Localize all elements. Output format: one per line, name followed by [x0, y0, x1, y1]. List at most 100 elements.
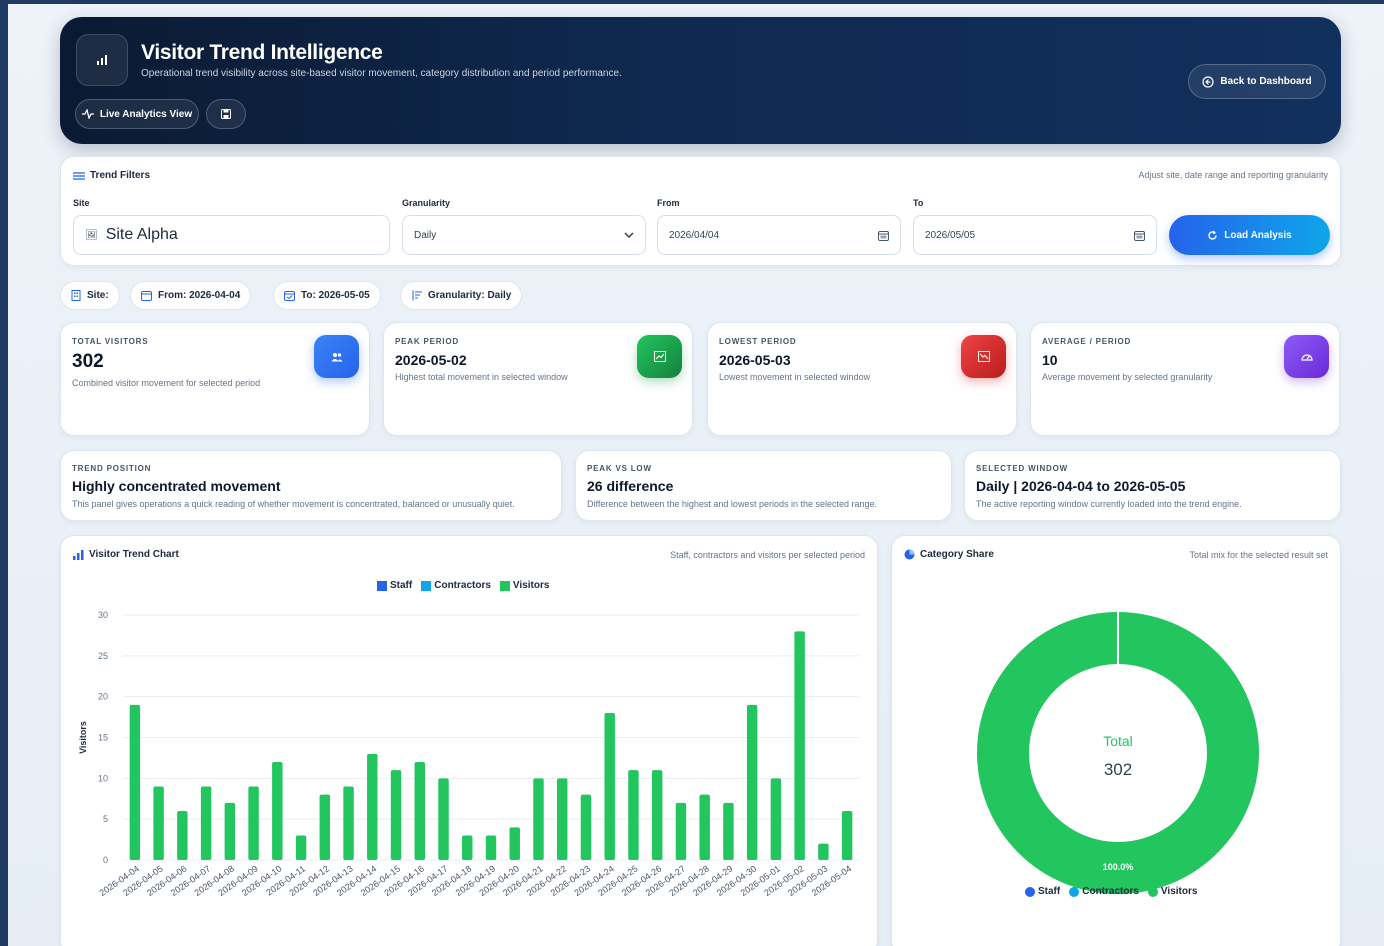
kpi-lowest-period: LOWEST PERIOD 2026-05-03 Lowest movement…	[707, 322, 1017, 436]
from-date-input[interactable]: 2026/04/04	[657, 215, 901, 255]
from-chip: From: 2026-04-04	[130, 281, 252, 310]
insight-description: The active reporting window currently lo…	[976, 499, 1242, 509]
bar-chart-icon	[73, 549, 84, 560]
bar-visitors[interactable]	[272, 762, 283, 860]
bar-visitors[interactable]	[580, 794, 592, 860]
bar-visitors[interactable]	[319, 794, 331, 860]
building-icon	[71, 290, 81, 301]
site-chip-label: Site:	[87, 290, 109, 301]
insight-description: This panel gives operations a quick read…	[72, 499, 515, 509]
refresh-icon	[1208, 230, 1217, 240]
kpi-description: Average movement by selected granularity	[1042, 372, 1213, 382]
y-tick-label: 5	[103, 814, 108, 824]
y-tick-label: 15	[98, 733, 108, 743]
bar-visitors[interactable]	[770, 778, 782, 860]
y-axis-label: Visitors	[78, 721, 88, 754]
bar-visitors[interactable]	[248, 786, 259, 861]
bar-visitors[interactable]	[153, 786, 164, 861]
from-label: From	[657, 198, 680, 208]
legend-swatch	[1025, 886, 1035, 897]
bar-visitors[interactable]	[841, 811, 853, 860]
donut-center-value: 302	[1104, 760, 1132, 779]
site-label: Site	[73, 198, 90, 208]
broken-image-icon: 🖼︎	[85, 229, 98, 241]
page-subtitle: Operational trend visibility across site…	[141, 68, 622, 79]
bar-visitors[interactable]	[200, 786, 212, 861]
granularity-chip-label: Granularity: Daily	[428, 290, 512, 301]
bar-visitors[interactable]	[485, 835, 497, 861]
insight-selected-window: SELECTED WINDOW Daily | 2026-04-04 to 20…	[964, 450, 1341, 521]
page-header: Visitor Trend Intelligence Operational t…	[60, 17, 1341, 144]
bar-visitors[interactable]	[557, 778, 568, 860]
gauge-icon	[1284, 335, 1329, 378]
bar-visitors[interactable]	[675, 802, 687, 860]
bar-visitors[interactable]	[746, 704, 758, 860]
from-date-value: 2026/04/04	[669, 229, 720, 241]
to-date-value: 2026/05/05	[925, 229, 976, 241]
arrow-left-circle-icon	[1202, 75, 1215, 88]
bar-visitors[interactable]	[438, 778, 449, 860]
filters-title: Trend Filters	[90, 170, 151, 181]
legend-item-contractors[interactable]: Contractors	[1069, 886, 1139, 897]
bar-visitors[interactable]	[651, 770, 663, 860]
bar-visitors[interactable]	[794, 631, 805, 860]
bar-visitors[interactable]	[533, 778, 544, 860]
bar-visitors[interactable]	[509, 827, 520, 860]
legend-label: Staff	[1038, 886, 1061, 897]
users-icon	[314, 335, 359, 378]
load-analysis-button[interactable]: Load Analysis	[1169, 215, 1330, 255]
bar-visitors[interactable]	[462, 835, 473, 861]
to-date-input[interactable]: 2026/05/05	[913, 215, 1157, 255]
trend-panel-hint: Staff, contractors and visitors per sele…	[670, 550, 865, 560]
bar-visitors[interactable]	[367, 753, 378, 860]
pie-chart-icon	[904, 549, 915, 560]
kpi-total-visitors: TOTAL VISITORS 302 Combined visitor move…	[60, 322, 370, 436]
legend-item-staff[interactable]: Staff	[1025, 886, 1060, 897]
bar-visitors[interactable]	[343, 786, 354, 861]
donut-slice-visitors[interactable]	[977, 612, 1259, 894]
bar-visitors[interactable]	[723, 802, 734, 860]
bar-visitors[interactable]	[224, 802, 236, 860]
legend-item-visitors[interactable]: Visitors	[1147, 886, 1198, 897]
granularity-value: Daily	[414, 229, 437, 241]
kpi-value: 2026-05-02	[395, 352, 467, 368]
pulse-icon	[81, 109, 94, 119]
live-analytics-button[interactable]: Live Analytics View	[75, 99, 199, 129]
legend-label: Visitors	[1160, 886, 1198, 897]
legend-swatch	[1069, 886, 1080, 897]
site-input[interactable]: 🖼︎ Site Alpha	[73, 215, 390, 255]
bar-visitors[interactable]	[699, 794, 710, 860]
bar-visitors[interactable]	[390, 770, 402, 860]
calendar-check-icon	[284, 291, 295, 301]
category-share-donut-chart: Total 302 100.0%	[977, 612, 1259, 894]
kpi-label: AVERAGE / PERIOD	[1042, 337, 1132, 346]
insight-label: PEAK VS LOW	[587, 464, 652, 473]
legend-swatch	[1147, 886, 1158, 897]
trend-down-icon	[961, 335, 1006, 378]
bar-visitors[interactable]	[818, 843, 829, 860]
granularity-select[interactable]: Daily	[402, 215, 646, 255]
insight-value: 26 difference	[587, 478, 674, 494]
bar-visitors[interactable]	[628, 770, 639, 860]
legend-label: Contractors	[1082, 886, 1139, 897]
bar-visitors[interactable]	[414, 762, 425, 860]
bar-visitors[interactable]	[177, 811, 188, 860]
granularity-chip: Granularity: Daily	[400, 281, 523, 310]
bar-visitors[interactable]	[129, 704, 141, 860]
trend-up-icon	[637, 335, 682, 378]
kpi-description: Lowest movement in selected window	[719, 372, 871, 382]
bar-visitors[interactable]	[604, 713, 615, 860]
save-button[interactable]	[206, 99, 246, 129]
sort-icon	[412, 290, 422, 301]
save-icon	[221, 109, 231, 119]
trend-panel-title: Visitor Trend Chart	[89, 549, 179, 560]
share-panel-title: Category Share	[920, 549, 994, 560]
calendar-icon	[141, 291, 152, 301]
category-share-panel: Category Share Total mix for the selecte…	[891, 535, 1341, 946]
to-chip-label: To: 2026-05-05	[301, 290, 370, 301]
insight-value: Highly concentrated movement	[72, 478, 281, 494]
back-to-dashboard-button[interactable]: Back to Dashboard	[1188, 64, 1326, 99]
trend-filters-card: Trend Filters Adjust site, date range an…	[60, 156, 1341, 266]
back-to-dashboard-label: Back to Dashboard	[1220, 76, 1312, 87]
bar-visitors[interactable]	[295, 835, 307, 861]
